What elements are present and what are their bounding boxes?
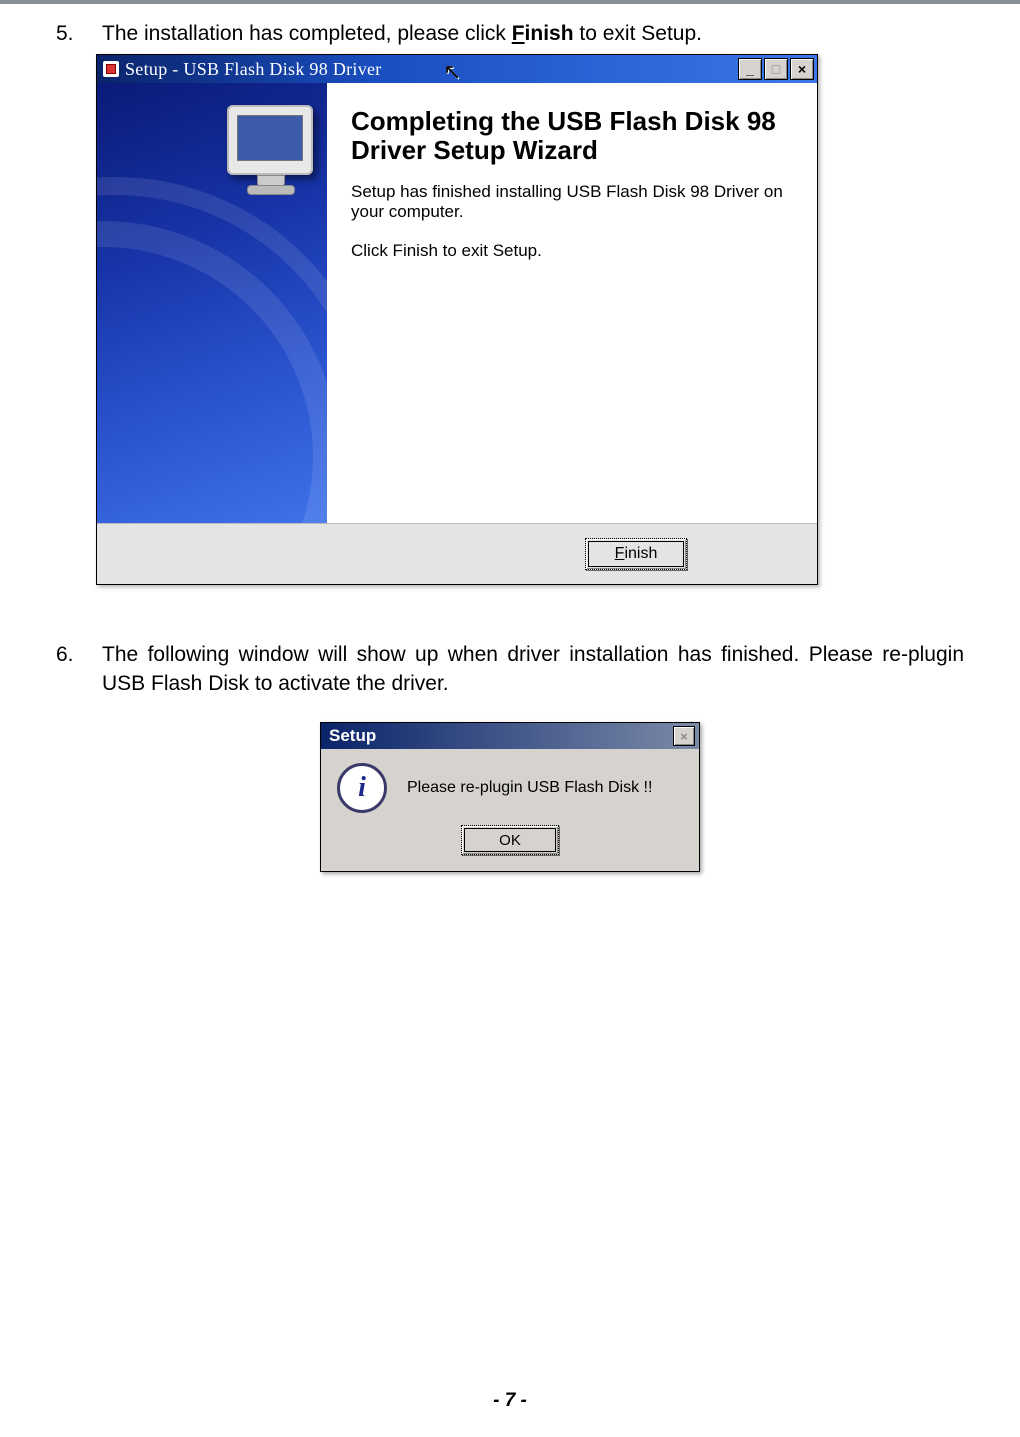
step-5-text: The installation has completed, please c…	[102, 20, 964, 48]
finish-button-rest: inish	[624, 545, 657, 562]
messagebox-footer: OK	[321, 823, 699, 871]
wizard-arc-graphic-2	[97, 177, 327, 523]
wizard-paragraph-1: Setup has finished installing USB Flash …	[351, 182, 797, 223]
wizard-paragraph-2: Click Finish to exit Setup.	[351, 241, 797, 262]
step-6-number: 6.	[56, 641, 102, 669]
setup-wizard-window: Setup - USB Flash Disk 98 Driver ↖ _ □ ×	[96, 54, 818, 585]
info-icon: i	[337, 763, 387, 813]
step-6-text: The following window will show up when d…	[102, 641, 964, 698]
document-page: 5. The installation has completed, pleas…	[0, 4, 1020, 872]
close-button[interactable]: ×	[790, 58, 814, 80]
wizard-body: Completing the USB Flash Disk 98 Driver …	[97, 83, 817, 523]
step-5-finish-u: F	[512, 22, 525, 45]
page-number: - 7 -	[0, 1390, 1020, 1412]
step-5: 5. The installation has completed, pleas…	[56, 20, 964, 48]
messagebox-body: i Please re-plugin USB Flash Disk !!	[321, 749, 699, 823]
wizard-title-text: Setup - USB Flash Disk 98 Driver	[125, 59, 382, 80]
wizard-footer: Finish	[97, 523, 817, 584]
messagebox-close-button[interactable]: ×	[673, 726, 695, 746]
window-control-buttons: _ □ ×	[738, 58, 814, 80]
finish-button[interactable]: Finish	[585, 538, 687, 570]
wizard-app-icon	[103, 61, 119, 77]
wizard-side-graphic	[97, 83, 327, 523]
wizard-monitor-base	[247, 185, 295, 195]
wizard-heading: Completing the USB Flash Disk 98 Driver …	[351, 107, 797, 165]
mouse-cursor-icon: ↖	[443, 59, 461, 85]
wizard-monitor-icon	[227, 105, 313, 175]
wizard-main-panel: Completing the USB Flash Disk 98 Driver …	[327, 83, 817, 523]
step-5-finish-rest: inish	[525, 22, 574, 45]
step-5-text-after: to exit Setup.	[574, 22, 702, 45]
step-5-number: 5.	[56, 20, 102, 48]
ok-button[interactable]: OK	[461, 825, 559, 855]
step-6: 6. The following window will show up whe…	[56, 641, 964, 698]
step-5-text-before: The installation has completed, please c…	[102, 22, 512, 45]
messagebox-titlebar[interactable]: Setup ×	[321, 723, 699, 749]
messagebox-text: Please re-plugin USB Flash Disk !!	[407, 779, 652, 797]
messagebox-title-text: Setup	[329, 726, 376, 746]
wizard-titlebar[interactable]: Setup - USB Flash Disk 98 Driver ↖ _ □ ×	[97, 55, 817, 83]
maximize-button[interactable]: □	[764, 58, 788, 80]
minimize-button[interactable]: _	[738, 58, 762, 80]
setup-messagebox: Setup × i Please re-plugin USB Flash Dis…	[320, 722, 700, 872]
finish-button-u: F	[615, 545, 625, 562]
